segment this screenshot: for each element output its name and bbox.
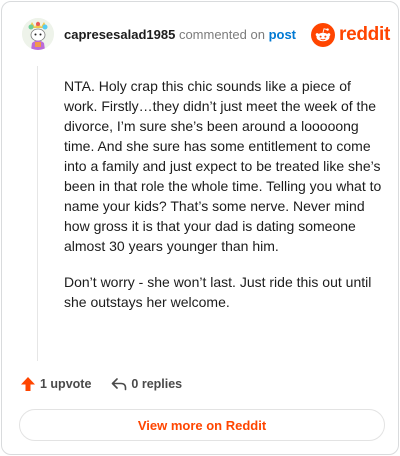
replies-button[interactable]: 0 replies (111, 376, 182, 392)
comment-byline: capresesalad1985 commented on post (64, 27, 296, 42)
reddit-logo[interactable]: reddit (311, 22, 390, 48)
view-more-label: View more on Reddit (137, 417, 267, 433)
thread-line (37, 66, 38, 361)
user-avatar[interactable] (22, 18, 54, 50)
upvote-button[interactable]: 1 upvote (20, 376, 91, 392)
byline-action-text: commented on (178, 27, 265, 42)
view-more-on-reddit-button[interactable]: View more on Reddit (19, 409, 385, 441)
comment-paragraph: NTA. Holy crap this chic sounds like a p… (64, 78, 382, 254)
reddit-wordmark: reddit (339, 24, 390, 45)
comment-actions: 1 upvote 0 replies (20, 374, 182, 394)
reddit-snoo-icon (311, 23, 335, 47)
comment-body: NTA. Holy crap this chic sounds like a p… (64, 76, 384, 312)
reply-arrow-icon (112, 378, 127, 391)
avatar-icon (22, 18, 54, 50)
comment-paragraph: Don’t worry - she won’t last. Just ride … (64, 274, 372, 310)
embedded-comment-card: capresesalad1985 commented on post reddi… (1, 1, 399, 455)
replies-count: 0 replies (131, 377, 183, 391)
post-link[interactable]: post (269, 27, 296, 42)
username-link[interactable]: capresesalad1985 (64, 27, 175, 42)
upvote-arrow-icon (21, 377, 35, 391)
comment-header: capresesalad1985 commented on post reddi… (2, 2, 400, 66)
upvote-count: 1 upvote (40, 377, 92, 391)
